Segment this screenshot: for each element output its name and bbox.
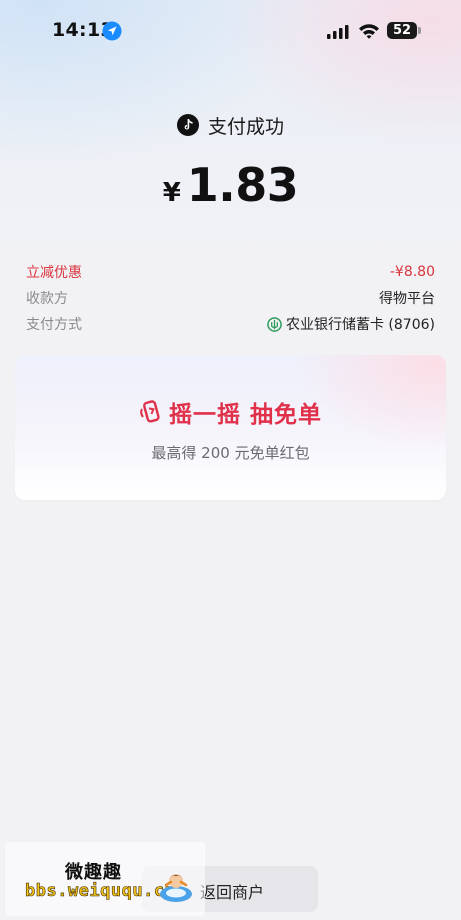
- promo-title: 摇一摇 抽免单: [168, 402, 322, 428]
- discount-label: 立减优惠: [26, 265, 82, 281]
- payment-method-value: 农业银行储蓄卡 (8706): [285, 317, 435, 333]
- watermark-mascot-icon: [160, 874, 192, 902]
- payment-method-row: 支付方式 农业银行储蓄卡 (8706): [26, 314, 435, 334]
- cellular-signal-icon: [327, 25, 349, 39]
- payment-method-value-group: 农业银行储蓄卡 (8706): [267, 314, 435, 334]
- battery-level: 52: [392, 23, 412, 38]
- payee-label: 收款方: [26, 291, 68, 307]
- location-arrow-icon: [102, 21, 122, 41]
- payment-status-header: 支付成功: [0, 110, 461, 140]
- payment-method-label: 支付方式: [26, 317, 82, 333]
- tiktok-logo-icon: [176, 114, 199, 136]
- bank-icon: [267, 316, 282, 332]
- discount-value: -¥8.80: [389, 264, 435, 280]
- payee-row: 收款方 得物平台: [26, 288, 435, 308]
- wifi-icon: [359, 24, 379, 39]
- currency-symbol: ¥: [162, 178, 181, 208]
- battery-indicator: 52: [387, 22, 417, 39]
- promo-subtitle: 最高得 200 元免单红包: [151, 444, 310, 462]
- discount-row: 立减优惠 -¥8.80: [26, 262, 435, 282]
- shake-phone-icon: [140, 400, 160, 423]
- page-title: 支付成功: [207, 115, 284, 138]
- payee-value: 得物平台: [379, 291, 435, 307]
- payment-amount: ¥ 1.83: [0, 158, 461, 214]
- status-bar: 14:13 52: [0, 0, 461, 60]
- return-to-merchant-label: 返回商户: [200, 883, 265, 902]
- battery-nub: [418, 27, 421, 34]
- watermark-url: bbs.weiququ.cn: [25, 881, 176, 902]
- shake-promo-card[interactable]: 摇一摇 抽免单 最高得 200 元免单红包: [15, 355, 446, 500]
- amount-value: 1.83: [186, 158, 299, 212]
- promo-title-row: 摇一摇 抽免单: [15, 395, 446, 429]
